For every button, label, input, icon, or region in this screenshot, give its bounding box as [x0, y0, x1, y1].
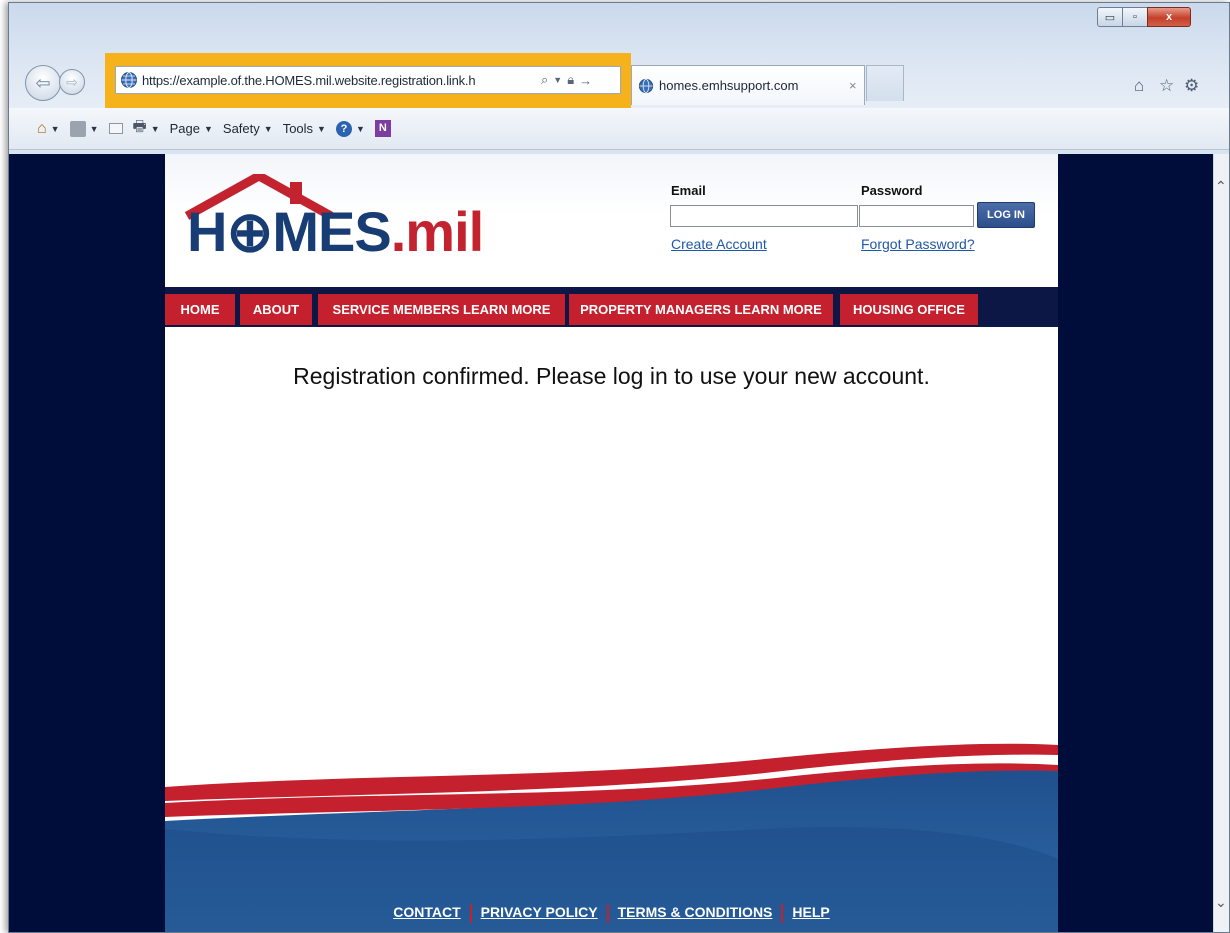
- email-label: Email: [671, 183, 706, 198]
- footer-divider: [781, 904, 784, 923]
- main-nav: HOME ABOUT SERVICE MEMBERS LEARN MORE PR…: [165, 287, 1058, 327]
- command-bar: ⌂ ▼ ▼ 🖶 ▼ Page ▼ Safety ▼ Tools ▼ ? ▼ N: [9, 108, 1229, 150]
- footer-links: CONTACT PRIVACY POLICY TERMS & CONDITIONS H…: [165, 904, 1058, 923]
- chevron-up-icon[interactable]: ⌃: [1215, 178, 1227, 195]
- password-field[interactable]: [859, 205, 974, 227]
- tools-menu-label: Tools: [282, 121, 314, 136]
- chevron-down-icon[interactable]: ▼: [553, 75, 562, 85]
- rss-feed-icon: [69, 120, 86, 137]
- browser-window: ▭ ▫ x ⇦ ⇨ https://example.of.the.HOMES.m…: [8, 2, 1230, 933]
- close-tab-icon[interactable]: ×: [849, 78, 857, 93]
- nav-property-managers[interactable]: PROPERTY MANAGERS LEARN MORE: [569, 294, 833, 325]
- search-icon[interactable]: ⌕: [541, 72, 548, 88]
- chevron-down-icon[interactable]: ⌄: [1215, 894, 1227, 911]
- feeds-menu[interactable]: ▼: [69, 120, 99, 137]
- help-menu[interactable]: ? ▼: [335, 120, 365, 137]
- footer-contact-link[interactable]: CONTACT: [393, 904, 460, 920]
- nav-housing-office[interactable]: HOUSING OFFICE: [840, 294, 978, 325]
- tab-active[interactable]: homes.emhsupport.com ×: [631, 65, 865, 105]
- home-icon[interactable]: ⌂: [1134, 76, 1144, 96]
- gear-icon[interactable]: ⚙: [1184, 76, 1199, 96]
- address-url[interactable]: https://example.of.the.HOMES.mil.website…: [142, 73, 536, 88]
- forgot-password-link[interactable]: Forgot Password?: [861, 236, 975, 252]
- logo-main: H⊕MES: [187, 200, 392, 263]
- mail-icon: [108, 123, 123, 134]
- page-viewport: H⊕MES.mil Email Password LOG IN Create A…: [9, 154, 1213, 932]
- home-menu[interactable]: ⌂ ▼: [37, 120, 60, 138]
- site-header: H⊕MES.mil Email Password LOG IN Create A…: [165, 154, 1058, 287]
- email-field[interactable]: [670, 205, 858, 227]
- vertical-scrollbar[interactable]: ⌃ ⌄: [1213, 154, 1229, 932]
- forward-arrow-icon: ⇨: [66, 73, 78, 90]
- logo-suffix: .mil: [390, 200, 484, 263]
- create-account-link[interactable]: Create Account: [671, 236, 767, 252]
- safety-menu[interactable]: Safety ▼: [223, 121, 273, 136]
- footer-help-link[interactable]: HELP: [792, 904, 829, 920]
- globe-icon: [121, 72, 137, 88]
- mail-button[interactable]: [108, 123, 123, 134]
- homes-site: H⊕MES.mil Email Password LOG IN Create A…: [165, 154, 1058, 932]
- back-arrow-icon: ⇦: [35, 72, 51, 93]
- footer-privacy-link[interactable]: PRIVACY POLICY: [481, 904, 598, 920]
- nav-home[interactable]: HOME: [165, 294, 235, 325]
- forward-button[interactable]: ⇨: [59, 69, 85, 95]
- page-menu-label: Page: [169, 121, 200, 136]
- footer-terms-link[interactable]: TERMS & CONDITIONS: [618, 904, 773, 920]
- address-bar-highlight: https://example.of.the.HOMES.mil.website…: [105, 53, 631, 110]
- back-button[interactable]: ⇦: [25, 65, 61, 101]
- logo-wordmark: H⊕MES.mil: [187, 204, 484, 260]
- tools-menu[interactable]: Tools ▼: [283, 121, 326, 136]
- address-bar[interactable]: https://example.of.the.HOMES.mil.website…: [115, 66, 621, 94]
- star-icon[interactable]: ☆: [1159, 76, 1174, 96]
- nav-service-members[interactable]: SERVICE MEMBERS LEARN MORE: [318, 294, 565, 325]
- login-button[interactable]: LOG IN: [977, 202, 1035, 228]
- footer-divider: [469, 904, 472, 923]
- new-tab-button[interactable]: [866, 65, 904, 101]
- home-icon: ⌂: [37, 119, 47, 137]
- page-menu[interactable]: Page ▼: [170, 121, 213, 136]
- lock-icon[interactable]: 🔒︎: [567, 72, 574, 88]
- help-icon: ?: [335, 120, 352, 137]
- confirmation-message: Registration confirmed. Please log in to…: [293, 363, 930, 389]
- nav-about[interactable]: ABOUT: [240, 294, 312, 325]
- minimize-button[interactable]: ▭: [1097, 7, 1123, 27]
- maximize-button[interactable]: ▫: [1122, 7, 1148, 27]
- footer-divider: [606, 904, 609, 923]
- password-label: Password: [861, 183, 923, 198]
- go-arrow-icon[interactable]: →: [579, 73, 592, 88]
- safety-menu-label: Safety: [222, 121, 260, 136]
- print-menu[interactable]: 🖶 ▼: [133, 116, 160, 141]
- printer-icon: 🖶: [132, 118, 147, 135]
- close-window-button[interactable]: x: [1147, 7, 1191, 27]
- globe-icon: [638, 78, 654, 93]
- site-logo[interactable]: H⊕MES.mil: [181, 174, 501, 284]
- tab-title: homes.emhsupport.com: [659, 78, 799, 93]
- onenote-icon: N: [374, 120, 391, 137]
- onenote-button[interactable]: N: [374, 120, 391, 137]
